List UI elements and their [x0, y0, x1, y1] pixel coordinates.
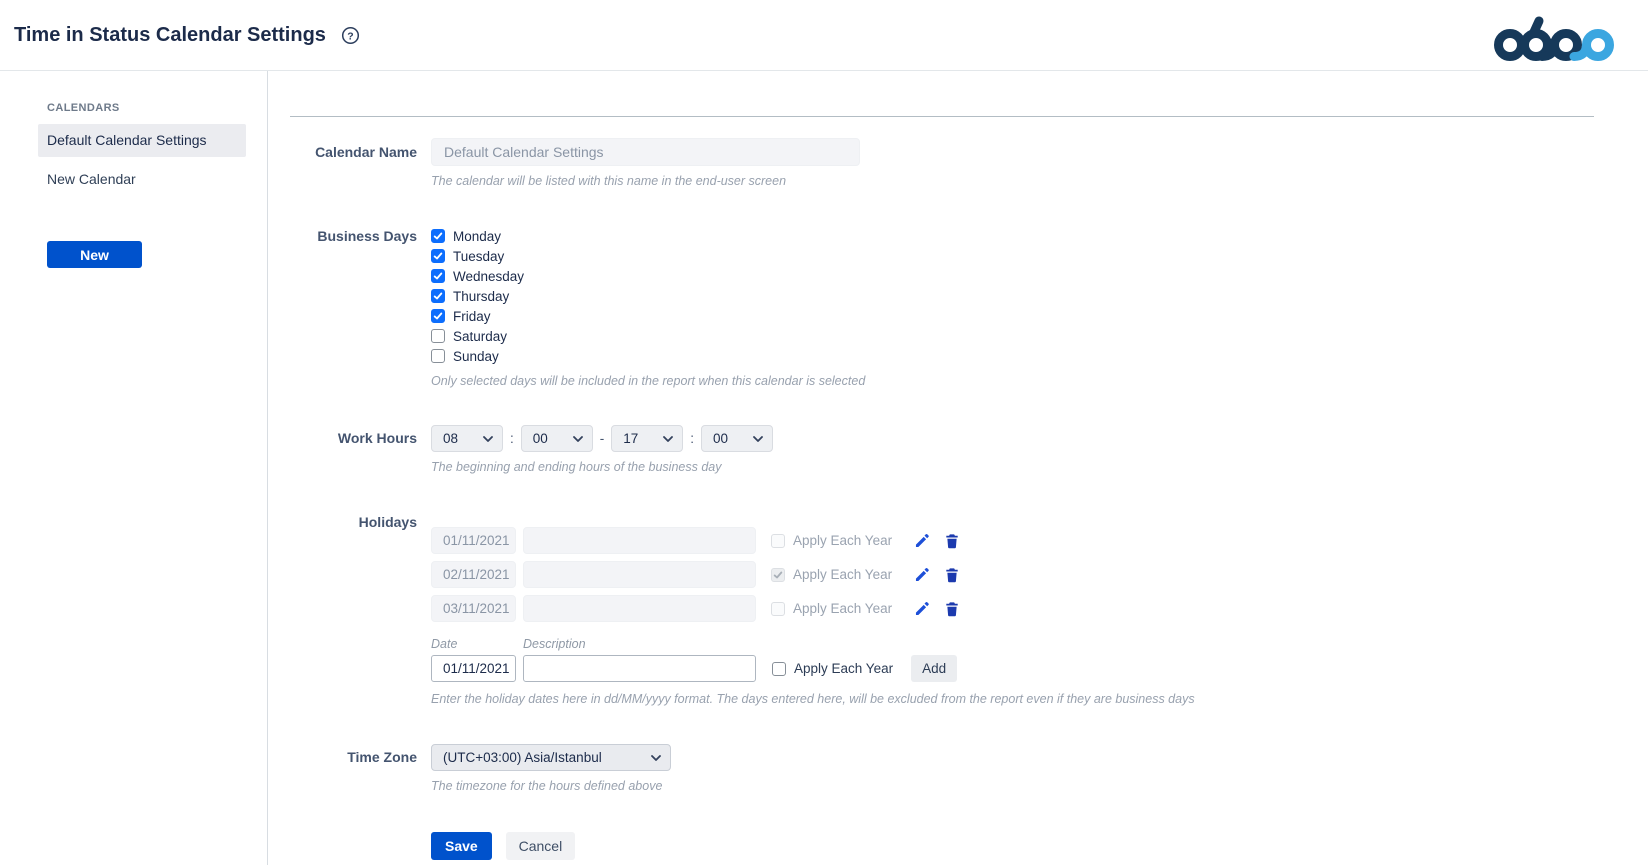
add-holiday-button[interactable]: Add — [911, 655, 957, 682]
start-hour-select[interactable]: 08 — [431, 425, 503, 452]
actions-spacer — [281, 832, 417, 860]
apply-each-year-label: Apply Each Year — [794, 661, 893, 676]
calendars-section-label: CALENDARS — [47, 102, 267, 114]
cancel-button[interactable]: Cancel — [506, 832, 576, 860]
apply-each-year-checkbox — [771, 534, 785, 548]
friday-label: Friday — [453, 309, 491, 324]
time-colon: : — [690, 431, 694, 446]
edit-holiday-button[interactable] — [914, 533, 930, 549]
time-zone-select[interactable]: (UTC+03:00) Asia/Istanbul — [431, 744, 671, 771]
trash-icon — [944, 533, 960, 549]
business-days-helper: Only selected days will be included in t… — [431, 374, 865, 388]
calendar-name-helper: The calendar will be listed with this na… — [431, 174, 860, 188]
holiday-date-field: 03/11/2021 — [431, 595, 516, 622]
chevron-down-icon — [651, 755, 661, 761]
holidays-label: Holidays — [281, 514, 417, 706]
sidebar-item-default-calendar[interactable]: Default Calendar Settings — [38, 124, 246, 157]
save-button[interactable]: Save — [431, 832, 492, 860]
holiday-row: 01/11/2021 Apply Each Year — [431, 527, 1195, 554]
settings-panel: Calendar Name Default Calendar Settings … — [268, 71, 1648, 865]
apply-each-year-label: Apply Each Year — [793, 601, 892, 616]
saturday-checkbox[interactable] — [431, 329, 445, 343]
holiday-row: 03/11/2021 Apply Each Year — [431, 595, 1195, 622]
start-minute-select[interactable]: 00 — [521, 425, 593, 452]
thursday-label: Thursday — [453, 289, 509, 304]
tuesday-label: Tuesday — [453, 249, 504, 264]
holidays-helper: Enter the holiday dates here in dd/MM/yy… — [431, 692, 1195, 706]
end-minute-select[interactable]: 00 — [701, 425, 773, 452]
wednesday-label: Wednesday — [453, 269, 524, 284]
new-apply-each-year-checkbox[interactable] — [772, 662, 786, 676]
holiday-row: 02/11/2021 Apply Each Year — [431, 561, 1195, 588]
apply-each-year-checkbox — [771, 602, 785, 616]
top-divider — [290, 116, 1594, 117]
time-dash: - — [600, 431, 605, 446]
svg-text:?: ? — [347, 31, 353, 42]
delete-holiday-button[interactable] — [944, 601, 960, 617]
description-column-label: Description — [523, 637, 586, 651]
delete-holiday-button[interactable] — [944, 567, 960, 583]
chevron-down-icon — [573, 436, 583, 442]
page-header: Time in Status Calendar Settings ? — [0, 0, 1648, 71]
calendar-settings-form: Calendar Name Default Calendar Settings … — [268, 138, 1648, 860]
holiday-date-field: 01/11/2021 — [431, 527, 516, 554]
chevron-down-icon — [483, 436, 493, 442]
chevron-down-icon — [663, 436, 673, 442]
sunday-label: Sunday — [453, 349, 499, 364]
holiday-description-field — [523, 527, 756, 554]
apply-each-year-label: Apply Each Year — [793, 567, 892, 582]
chevron-down-icon — [753, 436, 763, 442]
wednesday-checkbox[interactable] — [431, 269, 445, 283]
time-colon: : — [510, 431, 514, 446]
obss-logo — [1490, 15, 1630, 66]
apply-each-year-checkbox — [771, 568, 785, 582]
time-zone-label: Time Zone — [281, 744, 417, 765]
sidebar-item-new-calendar[interactable]: New Calendar — [38, 163, 246, 196]
trash-icon — [944, 567, 960, 583]
saturday-label: Saturday — [453, 329, 507, 344]
apply-each-year-label: Apply Each Year — [793, 533, 892, 548]
new-calendar-button[interactable]: New — [47, 241, 142, 268]
monday-checkbox[interactable] — [431, 229, 445, 243]
trash-icon — [944, 601, 960, 617]
holiday-date-field: 02/11/2021 — [431, 561, 516, 588]
edit-holiday-button[interactable] — [914, 567, 930, 583]
calendars-sidebar: CALENDARS Default Calendar Settings New … — [0, 71, 268, 865]
new-holiday-date-input[interactable]: 01/11/2021 — [431, 655, 516, 682]
date-column-label: Date — [431, 637, 523, 651]
business-days-label: Business Days — [281, 226, 417, 388]
calendar-name-input[interactable]: Default Calendar Settings — [431, 138, 860, 166]
pencil-icon — [914, 601, 930, 617]
monday-label: Monday — [453, 229, 501, 244]
help-icon[interactable]: ? — [341, 26, 360, 45]
work-hours-label: Work Hours — [281, 425, 417, 446]
pencil-icon — [914, 567, 930, 583]
holiday-description-field — [523, 561, 756, 588]
edit-holiday-button[interactable] — [914, 601, 930, 617]
thursday-checkbox[interactable] — [431, 289, 445, 303]
new-holiday-description-input[interactable] — [523, 655, 756, 682]
time-zone-helper: The timezone for the hours defined above — [431, 779, 671, 793]
end-hour-select[interactable]: 17 — [611, 425, 683, 452]
calendar-list: Default Calendar Settings New Calendar — [38, 124, 246, 195]
new-holiday-row: 01/11/2021 Apply Each Year Add — [431, 655, 1195, 682]
friday-checkbox[interactable] — [431, 309, 445, 323]
pencil-icon — [914, 533, 930, 549]
tuesday-checkbox[interactable] — [431, 249, 445, 263]
work-hours-helper: The beginning and ending hours of the bu… — [431, 460, 773, 474]
holiday-description-field — [523, 595, 756, 622]
calendar-name-label: Calendar Name — [281, 138, 417, 188]
page-title: Time in Status Calendar Settings — [14, 24, 326, 47]
sunday-checkbox[interactable] — [431, 349, 445, 363]
delete-holiday-button[interactable] — [944, 533, 960, 549]
